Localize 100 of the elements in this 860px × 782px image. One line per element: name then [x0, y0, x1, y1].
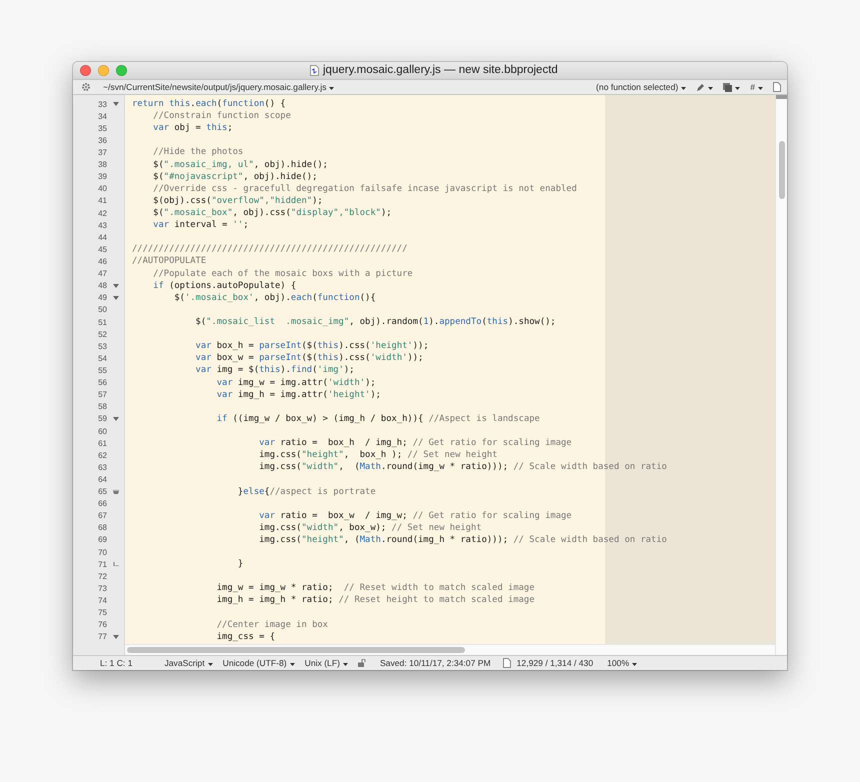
caret-icon	[342, 663, 348, 666]
page-button[interactable]	[771, 82, 783, 92]
documents-menu[interactable]	[721, 82, 742, 92]
code-line: if ((img_w / box_w) > (img_h / box_h)){ //Aspect is landscape	[216, 414, 540, 424]
window-title: jquery.mosaic.gallery.js — new site.bbprojectd	[323, 64, 558, 76]
line-number: 69	[97, 535, 107, 544]
caret-icon	[208, 663, 213, 666]
line-number: 76	[97, 620, 107, 630]
code-line: //Override css - gracefull degregation failsafe incase javascript is not enabled	[152, 184, 577, 194]
code-line: var box_w = parseInt($(this).css('width'));	[194, 353, 424, 364]
code-line: img.css("height", box_h ); // Set new height	[258, 450, 498, 460]
code-line: return this.each(function() {	[132, 99, 286, 109]
code-line: $("#nojavascript", obj).hide();	[152, 172, 318, 182]
code-line: //Hide the photos	[152, 147, 244, 158]
minimize-button[interactable]	[98, 65, 109, 76]
caret-icon	[290, 663, 295, 666]
file-path-menu[interactable]: ~/svn/CurrentSite/newsite/output/js/jquery.mosaic.gallery.js	[101, 81, 336, 93]
line-number: 60	[97, 426, 107, 436]
fold-marker-icon	[112, 490, 118, 494]
caret-icon	[632, 663, 638, 666]
marker-menu[interactable]: #	[748, 81, 765, 93]
encoding-menu[interactable]: Unicode (UTF-8)	[220, 657, 297, 669]
code-line: //Populate each of the mosaic boxs with a picture	[152, 268, 413, 279]
horizontal-scrollbar[interactable]	[127, 647, 465, 653]
line-endings-menu[interactable]: Unix (LF)	[302, 657, 350, 669]
zoom-button[interactable]	[116, 65, 127, 76]
line-number: 35	[97, 124, 107, 133]
code-line: }	[236, 559, 244, 570]
fold-triangle-icon	[112, 284, 118, 288]
line-number: 44	[97, 232, 107, 242]
code-line: img_css = {	[216, 632, 275, 642]
line-number: 40	[97, 184, 107, 194]
caret-icon	[329, 87, 334, 90]
line-number: 59	[97, 414, 107, 424]
line-number: 61	[97, 438, 107, 448]
line-number: 38	[97, 160, 107, 170]
split-handle[interactable]	[776, 95, 787, 99]
page-icon	[773, 82, 781, 92]
line-number: 42	[97, 208, 107, 218]
code-line: $('.mosaic_box', obj).each(function(){	[173, 292, 376, 303]
line-number: 37	[97, 148, 107, 157]
line-number: 75	[97, 608, 107, 618]
fold-triangle-icon	[112, 634, 118, 639]
document-icon	[310, 64, 319, 76]
line-number: 53	[97, 342, 107, 351]
unlocked-icon	[358, 659, 366, 667]
settings-icon	[81, 82, 91, 92]
code-line: //Center image in box	[216, 620, 328, 630]
fold-triangle-icon	[112, 416, 118, 421]
lock-button[interactable]	[356, 659, 368, 667]
line-number: 62	[97, 450, 107, 460]
line-number: 47	[97, 269, 107, 278]
line-number: 39	[97, 172, 107, 182]
fold-triangle-icon	[112, 102, 118, 106]
code-line: //AUTOPOPULATE	[132, 256, 206, 266]
line-number: 73	[97, 584, 107, 593]
code-line: var ratio = box_w / img_w; // Get ratio for scaling image	[258, 510, 572, 521]
line-number: 36	[97, 136, 107, 145]
line-number: 65	[97, 487, 107, 496]
line-number: 57	[97, 390, 107, 400]
pen-icon	[696, 82, 706, 92]
line-number: 48	[97, 281, 107, 290]
code-line: }else{//aspect is portrate	[236, 486, 376, 496]
line-number: 52	[97, 330, 107, 339]
code-line: if (options.autoPopulate) {	[152, 280, 296, 291]
code-line: img_w = img_w * ratio; // Reset width to match scaled image	[216, 583, 535, 594]
line-number: 56	[97, 378, 107, 388]
code-line: var img = $(this).find('img');	[194, 365, 354, 376]
line-number: 64	[97, 474, 107, 484]
line-number: 41	[97, 196, 107, 206]
saved-time: Saved: 10/11/17, 2:34:07 PM	[380, 658, 491, 668]
code-line: var interval = '';	[152, 220, 249, 230]
code-line: img.css("height", (Math.round(img_h * ratio))); // Scale width based on ratio	[258, 534, 667, 545]
line-number: 49	[97, 293, 107, 302]
code-line: img.css("width", (Math.round(img_w * ratio))); // Scale width based on ratio	[258, 462, 667, 472]
close-button[interactable]	[80, 65, 91, 76]
vertical-scrollbar[interactable]	[778, 141, 784, 199]
function-menu[interactable]: (no function selected)	[594, 81, 688, 93]
pen-menu[interactable]	[694, 82, 716, 92]
line-number: 74	[97, 596, 107, 606]
line-number: 50	[97, 305, 107, 314]
language-menu[interactable]: JavaScript	[162, 657, 215, 669]
zoom-menu[interactable]: 100%	[605, 657, 640, 669]
line-number: 72	[97, 572, 107, 581]
caret-icon	[758, 87, 763, 90]
line-number: 67	[97, 511, 107, 520]
code-line: var ratio = box_h / img_h; // Get ratio for scaling image	[258, 438, 572, 448]
code-line: $(".mosaic_list .mosaic_img", obj).random(1).appendTo(this).show();	[194, 316, 556, 327]
line-number: 43	[97, 220, 107, 230]
line-number: 63	[97, 462, 107, 472]
line-number: 51	[97, 318, 107, 327]
caret-icon	[708, 87, 714, 90]
code-line: img.css("width", box_w); // Set new height	[258, 522, 482, 533]
line-number: 55	[97, 366, 107, 375]
code-line: var img_h = img.attr('height');	[216, 390, 381, 400]
cursor-position: L: 1 C: 1	[100, 658, 132, 668]
settings-button[interactable]	[79, 82, 93, 92]
document-icon	[502, 658, 511, 668]
caret-icon	[681, 87, 686, 90]
code-line: //Constrain function scope	[152, 111, 291, 122]
